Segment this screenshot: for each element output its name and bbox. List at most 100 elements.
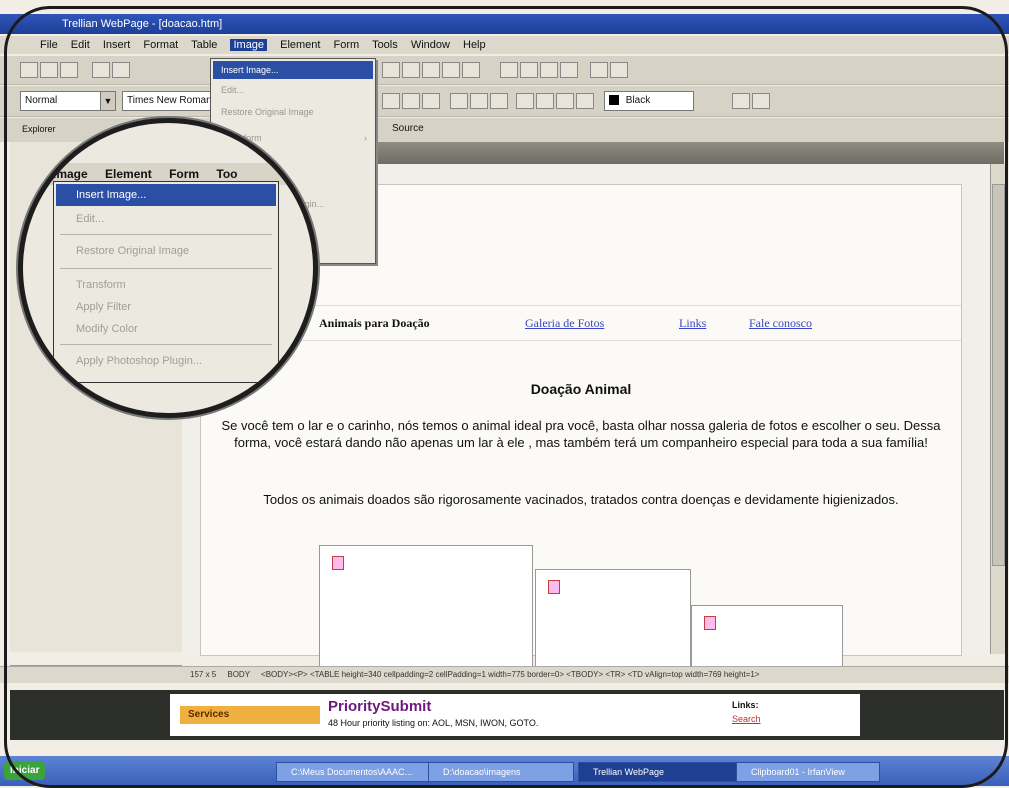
mag-menu-image[interactable]: Image	[53, 167, 88, 181]
style-select-value: Normal	[25, 95, 58, 106]
menu-window[interactable]: Window	[411, 39, 450, 51]
menu-separator	[60, 234, 272, 235]
nav-fale-conosco[interactable]: Fale conosco	[749, 316, 812, 331]
color-select[interactable]: Black	[604, 91, 694, 111]
search-link[interactable]: Search	[732, 714, 761, 724]
grid-icon[interactable]	[610, 62, 628, 78]
horizontal-line-icon[interactable]	[382, 62, 400, 78]
table-column-icon[interactable]	[540, 62, 558, 78]
menu-form[interactable]: Form	[334, 39, 360, 51]
find-icon[interactable]	[112, 62, 130, 78]
magnifier-callout: Image Element Form Too Insert Image... E…	[18, 118, 318, 418]
chevron-down-icon: ▼	[100, 92, 115, 110]
image-placeholder-1[interactable]	[319, 545, 533, 667]
services-label[interactable]: Services	[180, 706, 320, 724]
text-size-icon[interactable]	[732, 93, 750, 109]
menu-table[interactable]: Table	[191, 39, 217, 51]
menu-separator	[60, 344, 272, 345]
menu-bar: File Edit Insert Format Table Image Elem…	[0, 36, 1009, 54]
menu-element[interactable]: Element	[280, 39, 320, 51]
content-title: Doação Animal	[530, 381, 632, 397]
image-placeholder-3[interactable]	[691, 605, 843, 667]
table-icon[interactable]	[500, 62, 518, 78]
tab-explorer[interactable]: Explorer	[22, 124, 56, 134]
content-paragraph-1: Se você tem o lar e o carinho, nós temos…	[221, 418, 941, 450]
menu-help[interactable]: Help	[463, 39, 486, 51]
window-title: Trellian WebPage - [doacao.htm]	[62, 18, 223, 30]
start-button[interactable]: Iniciar	[4, 762, 46, 780]
form-field-icon[interactable]	[422, 62, 440, 78]
new-file-icon[interactable]	[20, 62, 38, 78]
windows-taskbar: Iniciar C:\Meus Documentos\AAAC... D:\do…	[0, 756, 1009, 786]
insert-image-icon[interactable]	[402, 62, 420, 78]
menu-insert[interactable]: Insert	[103, 39, 131, 51]
mag-menu-form[interactable]: Form	[169, 167, 199, 181]
status-tag: BODY	[227, 670, 250, 679]
task-irfanview[interactable]: Clipboard01 - IrfanView	[736, 762, 880, 782]
align-left-icon[interactable]	[450, 93, 468, 109]
nav-animais[interactable]: Animais para Doação	[319, 316, 430, 331]
status-size: 157 x 5	[190, 670, 217, 679]
align-center-icon[interactable]	[470, 93, 488, 109]
links-label: Links:	[732, 700, 759, 710]
font-grow-icon[interactable]	[556, 93, 574, 109]
font-select-value: Times New Roman	[127, 95, 212, 106]
broken-image-icon	[548, 580, 560, 594]
task-trellian-webpage[interactable]: Trellian WebPage	[578, 762, 744, 782]
broken-image-icon	[704, 616, 716, 630]
mag-item-insert-image[interactable]: Insert Image...	[56, 184, 276, 206]
table-row-icon[interactable]	[520, 62, 538, 78]
anchor-icon[interactable]	[442, 62, 460, 78]
align-right-icon[interactable]	[490, 93, 508, 109]
menu-edit[interactable]: Edit	[71, 39, 90, 51]
image-placeholder-2[interactable]	[535, 569, 691, 667]
editor-vertical-scrollbar[interactable]	[990, 164, 1005, 654]
italic-icon[interactable]	[402, 93, 420, 109]
content-paragraph-2: Todos os animais doados são rigorosament…	[263, 492, 899, 507]
task-folder-aaac[interactable]: C:\Meus Documentos\AAAC...	[276, 762, 432, 782]
nav-galeria[interactable]: Galeria de Fotos	[525, 316, 604, 331]
mag-item-edit[interactable]: Edit...	[56, 208, 276, 230]
mag-menu-element[interactable]: Element	[105, 167, 152, 181]
ad-banner-content: Services PrioritySubmit 48 Hour priority…	[170, 694, 860, 736]
lightbulb-icon[interactable]	[590, 62, 608, 78]
nav-links[interactable]: Links	[679, 316, 706, 331]
tab-source[interactable]: Source	[392, 123, 424, 134]
menu-item-insert-image[interactable]: Insert Image...	[213, 61, 373, 79]
screenshot-frame: Trellian WebPage - [doacao.htm] File Edi…	[0, 0, 1009, 788]
priority-submit-tagline: 48 Hour priority listing on: AOL, MSN, I…	[328, 718, 539, 728]
priority-submit-brand[interactable]: PrioritySubmit	[328, 698, 431, 715]
save-icon[interactable]	[60, 62, 78, 78]
menu-item-edit[interactable]: Edit...	[213, 81, 373, 99]
table-cell-icon[interactable]	[560, 62, 578, 78]
status-bar: 157 x 5 BODY <BODY><P> <TABLE height=340…	[0, 666, 1009, 683]
menu-item-restore-original[interactable]: Restore Original Image	[213, 103, 373, 121]
color-select-value: Black	[625, 95, 651, 106]
outdent-icon[interactable]	[516, 93, 534, 109]
menu-image[interactable]: Image	[230, 39, 268, 51]
standard-toolbar	[0, 56, 1009, 85]
mag-item-apply-filter[interactable]: Apply Filter	[56, 296, 276, 318]
page-nav: Animais para Doação Galeria de Fotos Lin…	[201, 305, 961, 341]
open-folder-icon[interactable]	[40, 62, 58, 78]
menu-file[interactable]: File	[40, 39, 58, 51]
style-select[interactable]: Normal ▼	[20, 91, 116, 111]
mag-item-restore-original[interactable]: Restore Original Image	[56, 240, 276, 262]
spellcheck-icon[interactable]	[752, 93, 770, 109]
mag-menu-tools[interactable]: Too	[216, 167, 237, 181]
mag-item-photoshop-plugin[interactable]: Apply Photoshop Plugin...	[56, 350, 276, 372]
scrollbar-thumb[interactable]	[992, 184, 1005, 566]
menu-tools[interactable]: Tools	[372, 39, 398, 51]
undo-icon[interactable]	[92, 62, 110, 78]
underline-icon[interactable]	[422, 93, 440, 109]
menu-format[interactable]: Format	[143, 39, 178, 51]
task-folder-imagens[interactable]: D:\doacao\imagens	[428, 762, 574, 782]
bold-icon[interactable]	[382, 93, 400, 109]
mag-item-transform[interactable]: Transform	[56, 274, 276, 296]
indent-icon[interactable]	[536, 93, 554, 109]
color-swatch-icon	[609, 95, 619, 106]
font-shrink-icon[interactable]	[576, 93, 594, 109]
mag-item-modify-color[interactable]: Modify Color	[56, 318, 276, 340]
font-select[interactable]: Times New Roman	[122, 91, 214, 111]
link-icon[interactable]	[462, 62, 480, 78]
